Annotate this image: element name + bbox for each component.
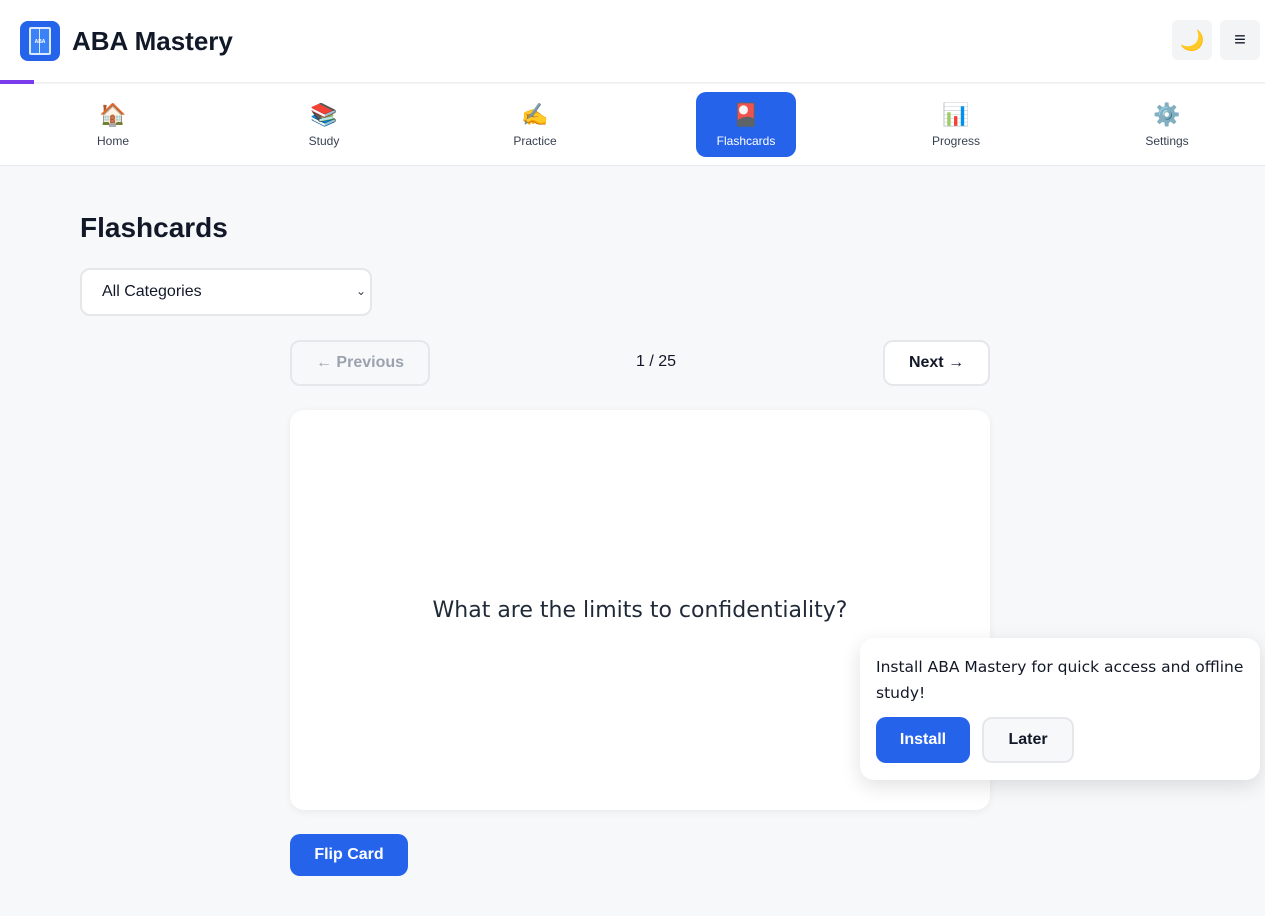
gear-icon: ⚙️ <box>1153 101 1181 127</box>
previous-button[interactable]: ← Previous <box>290 340 430 386</box>
nav-item-study[interactable]: 📚 Study <box>274 92 374 157</box>
chevron-down-icon: ⌄ <box>355 284 366 298</box>
header-actions: 🌙 ≡ <box>1172 20 1260 60</box>
menu-button[interactable]: ≡ <box>1220 20 1260 60</box>
flashcard-question: What are the limits to confidentiality? <box>432 597 848 623</box>
nav-label-home: Home <box>96 133 129 148</box>
install-prompt: Install ABA Mastery for quick access and… <box>860 638 1260 780</box>
nav-item-home[interactable]: 🏠 Home <box>63 92 163 157</box>
moon-icon: 🌙 <box>1179 29 1205 52</box>
books-icon: 📚 <box>310 101 338 127</box>
nav-label-settings: Settings <box>1145 133 1189 148</box>
writing-hand-icon: ✍️ <box>521 101 549 127</box>
nav-label-flashcards: Flashcards <box>716 133 776 148</box>
home-icon: 🏠 <box>99 101 127 127</box>
install-button[interactable]: Install <box>876 717 970 763</box>
card-counter: 1 / 25 <box>635 353 677 370</box>
hamburger-menu-icon: ≡ <box>1234 28 1246 51</box>
page-title: Flashcards <box>80 212 228 243</box>
theme-toggle-button[interactable]: 🌙 <box>1172 20 1212 60</box>
flip-card-button[interactable]: Flip Card <box>290 834 408 876</box>
install-message: Install ABA Mastery for quick access and… <box>876 658 1244 702</box>
nav-item-progress[interactable]: 📊 Progress <box>906 92 1006 157</box>
app-header: ABA ABA Mastery 🌙 ≡ <box>0 0 1265 82</box>
next-button[interactable]: Next → <box>883 340 990 386</box>
logo-text: ABA <box>34 39 46 45</box>
nav-item-settings[interactable]: ⚙️ Settings <box>1117 92 1217 157</box>
nav-label-study: Study <box>308 133 340 148</box>
app-title: ABA Mastery <box>72 25 233 56</box>
category-select-value: All Categories <box>102 283 202 300</box>
install-actions: Install Later <box>876 717 1074 763</box>
nav-label-practice: Practice <box>513 133 557 148</box>
nav-label-progress: Progress <box>931 133 981 148</box>
bar-chart-icon: 📊 <box>942 101 970 127</box>
later-button[interactable]: Later <box>982 717 1074 763</box>
book-icon: ABA <box>29 27 51 55</box>
nav-item-flashcards[interactable]: 🎴 Flashcards <box>696 92 796 157</box>
category-select[interactable]: All Categories ⌄ <box>80 268 372 316</box>
app-logo: ABA <box>20 21 60 61</box>
nav-item-practice[interactable]: ✍️ Practice <box>485 92 585 157</box>
flashcard-icon: 🎴 <box>732 101 760 127</box>
main-nav: 🏠 Home 📚 Study ✍️ Practice 🎴 Flashcards … <box>0 84 1265 166</box>
